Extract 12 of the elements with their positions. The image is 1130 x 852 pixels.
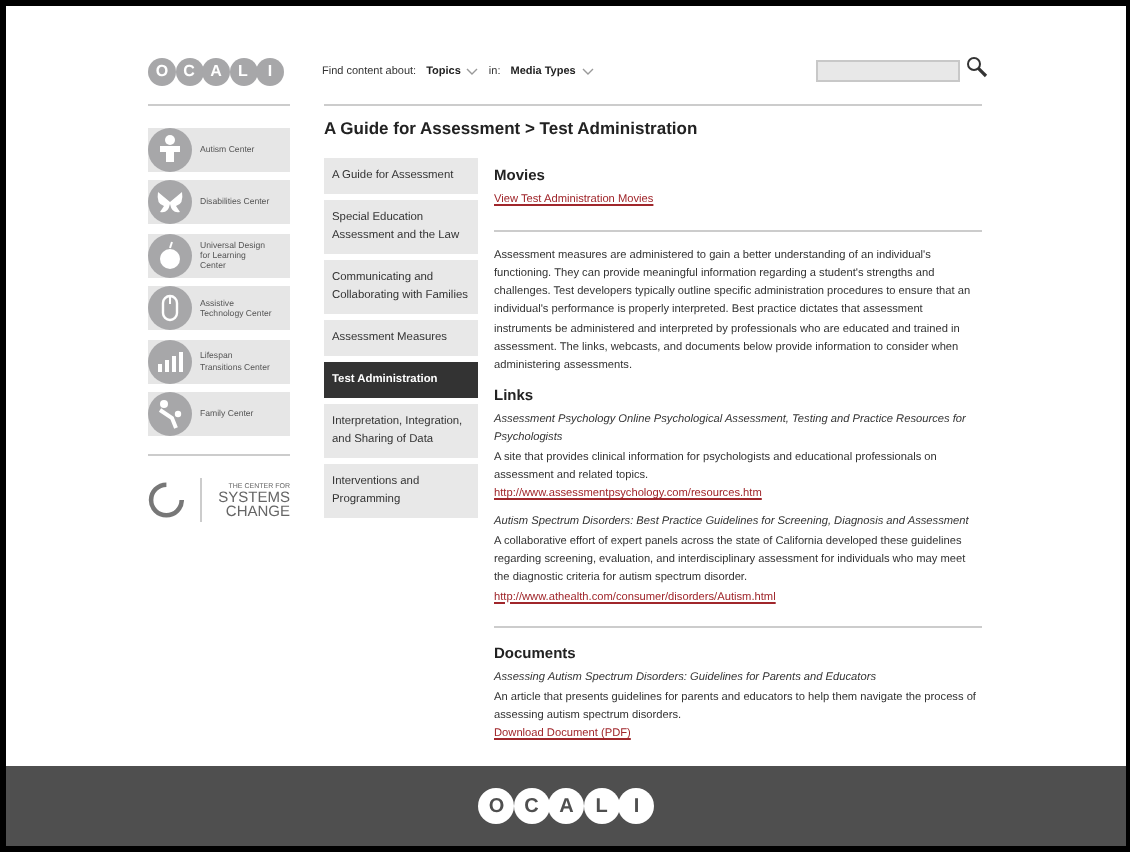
caret-icon	[581, 67, 594, 75]
search-icon[interactable]	[966, 56, 988, 78]
apple-icon	[148, 233, 192, 277]
caret-icon	[466, 67, 479, 75]
bar-chart-icon	[148, 339, 192, 383]
family-icon	[148, 392, 192, 436]
figure-icon	[148, 127, 192, 171]
mouse-icon	[148, 286, 192, 330]
page-title: A Guide for Assessment > Test Administration	[324, 118, 700, 138]
search-field[interactable]	[816, 60, 960, 82]
butterfly-icon	[148, 180, 192, 224]
ocali-logo[interactable]: O C A L I	[478, 788, 654, 824]
